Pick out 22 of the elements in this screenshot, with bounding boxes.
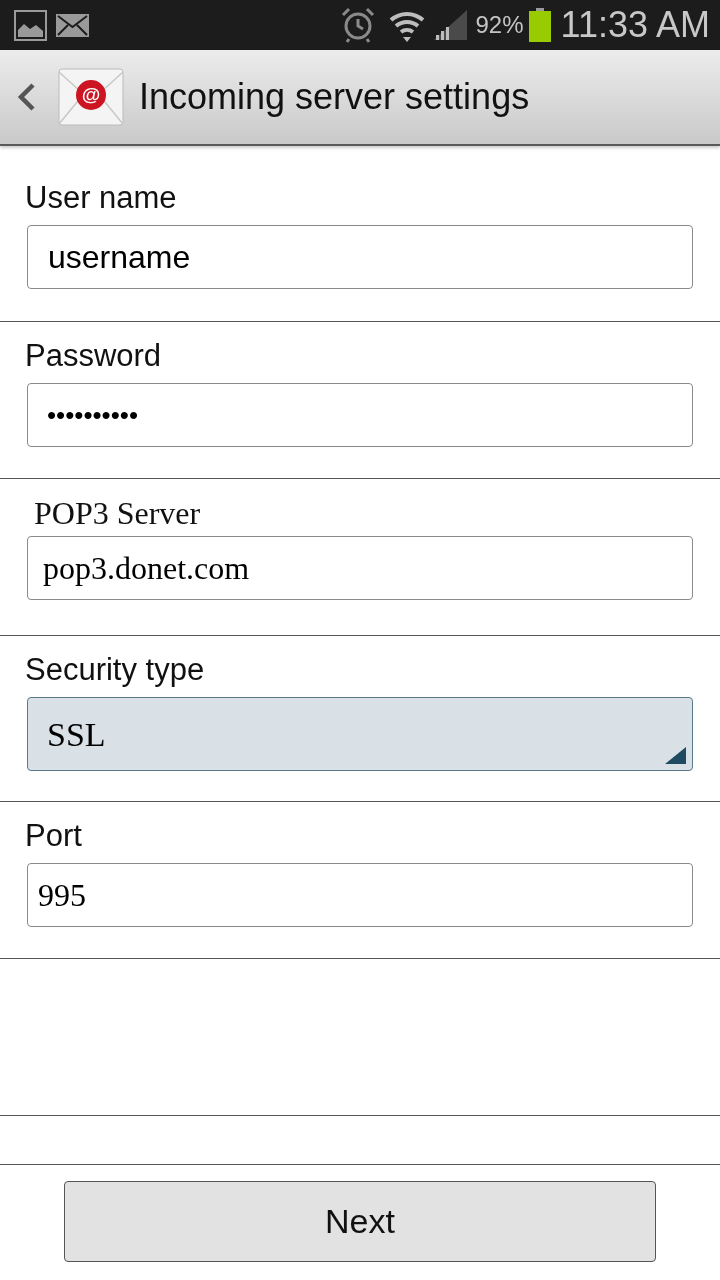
mail-icon <box>55 12 90 38</box>
security-type-dropdown[interactable]: SSL <box>27 697 693 771</box>
field-label: POP3 Server <box>34 495 202 531</box>
dropdown-corner-icon <box>665 747 686 764</box>
image-icon <box>14 9 47 41</box>
alarm-icon <box>339 7 376 43</box>
field-label: User name <box>25 180 178 216</box>
back-chevron-icon <box>16 83 38 111</box>
input-field[interactable]: 995 <box>27 863 693 927</box>
password-field[interactable]: •••••••••• <box>27 383 693 447</box>
clock-time: 11:33 AM <box>560 7 710 43</box>
field-label: Security type <box>25 652 206 688</box>
next-button[interactable]: Next <box>64 1181 656 1262</box>
field-label: Password <box>25 338 163 374</box>
input-field[interactable]: username <box>27 225 693 289</box>
signal-icon <box>433 10 467 40</box>
email-app-icon: @ <box>58 68 124 126</box>
input-field[interactable]: pop3.donet.com <box>27 536 693 600</box>
battery-icon <box>528 8 551 42</box>
screen-title: Incoming server settings <box>139 79 530 115</box>
field-label: Port <box>25 818 83 854</box>
battery-percentage: 92% <box>475 13 524 37</box>
